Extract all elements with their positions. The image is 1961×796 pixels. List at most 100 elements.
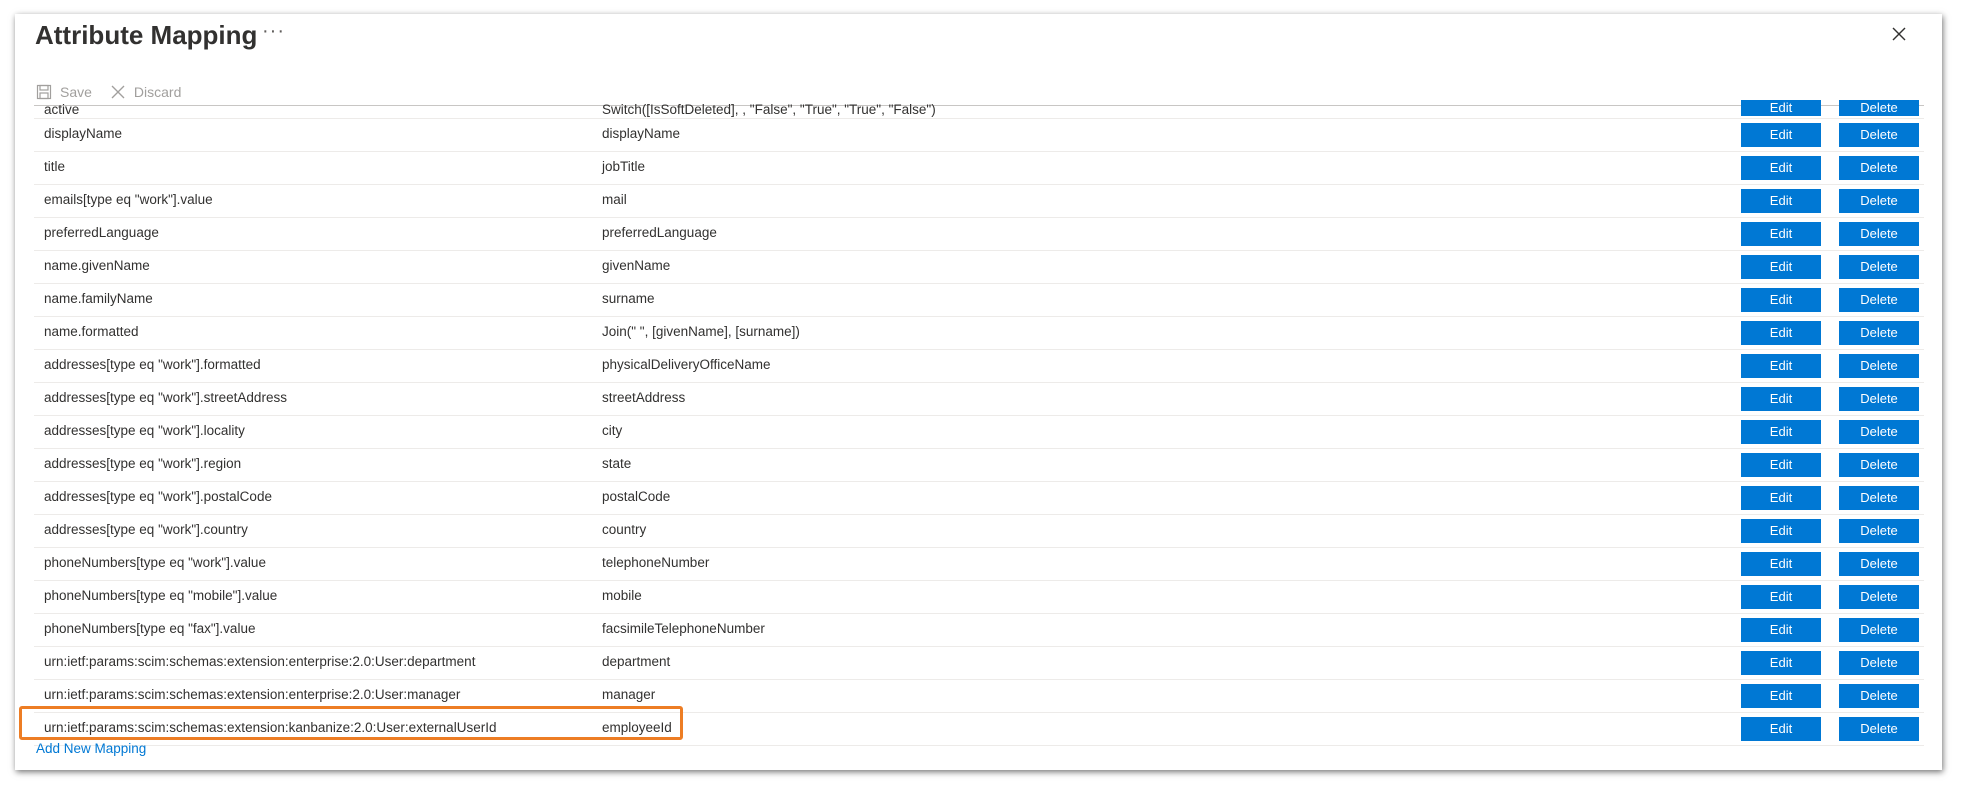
edit-button[interactable]: Edit <box>1741 651 1821 675</box>
delete-button[interactable]: Delete <box>1839 189 1919 213</box>
delete-button[interactable]: Delete <box>1839 585 1919 609</box>
target-attribute: phoneNumbers[type eq "work"].value <box>44 555 266 570</box>
edit-button[interactable]: Edit <box>1741 123 1821 147</box>
source-attribute: department <box>602 654 671 669</box>
delete-button[interactable]: Delete <box>1839 486 1919 510</box>
toolbar: Save Discard <box>36 80 199 104</box>
target-attribute: addresses[type eq "work"].region <box>44 456 242 471</box>
delete-button[interactable]: Delete <box>1839 717 1919 741</box>
discard-icon <box>111 85 125 99</box>
target-attribute: phoneNumbers[type eq "fax"].value <box>44 621 256 636</box>
save-button[interactable]: Save <box>36 84 92 100</box>
table-row: addresses[type eq "work"].postalCode post… <box>34 482 1924 515</box>
edit-button[interactable]: Edit <box>1741 618 1821 642</box>
delete-button[interactable]: Delete <box>1839 684 1919 708</box>
delete-button[interactable]: Delete <box>1839 519 1919 543</box>
source-attribute: givenName <box>602 258 671 273</box>
target-attribute: addresses[type eq "work"].locality <box>44 423 245 438</box>
target-attribute: phoneNumbers[type eq "mobile"].value <box>44 588 278 603</box>
source-attribute: facsimileTelephoneNumber <box>602 621 765 636</box>
target-attribute: title <box>44 159 66 174</box>
edit-button[interactable]: Edit <box>1741 420 1821 444</box>
source-attribute: jobTitle <box>602 159 646 174</box>
delete-button[interactable]: Delete <box>1839 321 1919 345</box>
edit-button[interactable]: Edit <box>1741 100 1821 116</box>
source-attribute: preferredLanguage <box>602 225 717 240</box>
table-row: urn:ietf:params:scim:schemas:extension:k… <box>34 713 1924 746</box>
target-attribute: urn:ietf:params:scim:schemas:extension:e… <box>44 654 476 669</box>
table-row: name.givenName givenName Edit Delete <box>34 251 1924 284</box>
edit-button[interactable]: Edit <box>1741 585 1821 609</box>
attribute-mapping-panel: Attribute Mapping ··· Save Discard activ… <box>15 14 1942 770</box>
edit-button[interactable]: Edit <box>1741 189 1821 213</box>
target-attribute: name.givenName <box>44 258 150 273</box>
more-options-button[interactable]: ··· <box>262 20 285 43</box>
target-attribute: name.familyName <box>44 291 153 306</box>
delete-button[interactable]: Delete <box>1839 387 1919 411</box>
source-attribute: Switch([IsSoftDeleted], , "False", "True… <box>602 102 936 117</box>
edit-button[interactable]: Edit <box>1741 255 1821 279</box>
source-attribute: city <box>602 423 623 438</box>
mapping-table: active Switch([IsSoftDeleted], , "False",… <box>34 100 1924 746</box>
delete-button[interactable]: Delete <box>1839 552 1919 576</box>
source-attribute: physicalDeliveryOfficeName <box>602 357 771 372</box>
delete-button[interactable]: Delete <box>1839 100 1919 116</box>
edit-button[interactable]: Edit <box>1741 717 1821 741</box>
target-attribute: addresses[type eq "work"].streetAddress <box>44 390 287 405</box>
table-row: urn:ietf:params:scim:schemas:extension:e… <box>34 680 1924 713</box>
table-row: name.formatted Join(" ", [givenName], [su… <box>34 317 1924 350</box>
discard-button[interactable]: Discard <box>110 84 181 100</box>
close-button[interactable] <box>1883 18 1915 50</box>
table-row: addresses[type eq "work"].streetAddress s… <box>34 383 1924 416</box>
source-attribute: mail <box>602 192 627 207</box>
table-row: phoneNumbers[type eq "fax"].value facsimi… <box>34 614 1924 647</box>
target-attribute: urn:ietf:params:scim:schemas:extension:k… <box>44 720 497 735</box>
delete-button[interactable]: Delete <box>1839 288 1919 312</box>
save-label: Save <box>60 84 92 100</box>
table-row: addresses[type eq "work"].region state Edi… <box>34 449 1924 482</box>
edit-button[interactable]: Edit <box>1741 486 1821 510</box>
delete-button[interactable]: Delete <box>1839 651 1919 675</box>
target-attribute: preferredLanguage <box>44 225 159 240</box>
edit-button[interactable]: Edit <box>1741 519 1821 543</box>
delete-button[interactable]: Delete <box>1839 420 1919 444</box>
delete-button[interactable]: Delete <box>1839 123 1919 147</box>
source-attribute: country <box>602 522 647 537</box>
delete-button[interactable]: Delete <box>1839 255 1919 279</box>
table-row: phoneNumbers[type eq "work"].value teleph… <box>34 548 1924 581</box>
target-attribute: name.formatted <box>44 324 139 339</box>
edit-button[interactable]: Edit <box>1741 321 1821 345</box>
target-attribute: active <box>44 102 80 117</box>
edit-button[interactable]: Edit <box>1741 684 1821 708</box>
delete-button[interactable]: Delete <box>1839 222 1919 246</box>
source-attribute: surname <box>602 291 655 306</box>
close-icon <box>1892 27 1906 41</box>
source-attribute: manager <box>602 687 656 702</box>
delete-button[interactable]: Delete <box>1839 354 1919 378</box>
source-attribute: Join(" ", [givenName], [surname]) <box>602 324 800 339</box>
source-attribute: displayName <box>602 126 681 141</box>
edit-button[interactable]: Edit <box>1741 453 1821 477</box>
table-row: displayName displayName Edit Delete <box>34 119 1924 152</box>
edit-button[interactable]: Edit <box>1741 354 1821 378</box>
add-new-mapping-link[interactable]: Add New Mapping <box>36 741 146 756</box>
edit-button[interactable]: Edit <box>1741 222 1821 246</box>
edit-button[interactable]: Edit <box>1741 387 1821 411</box>
table-row: addresses[type eq "work"].locality city Ed… <box>34 416 1924 449</box>
edit-button[interactable]: Edit <box>1741 156 1821 180</box>
delete-button[interactable]: Delete <box>1839 156 1919 180</box>
source-attribute: streetAddress <box>602 390 686 405</box>
source-attribute: postalCode <box>602 489 671 504</box>
table-row: title jobTitle Edit Delete <box>34 152 1924 185</box>
edit-button[interactable]: Edit <box>1741 552 1821 576</box>
delete-button[interactable]: Delete <box>1839 453 1919 477</box>
delete-button[interactable]: Delete <box>1839 618 1919 642</box>
table-row: active Switch([IsSoftDeleted], , "False",… <box>34 100 1924 119</box>
table-row: addresses[type eq "work"].country country… <box>34 515 1924 548</box>
target-attribute: addresses[type eq "work"].country <box>44 522 248 537</box>
source-attribute: mobile <box>602 588 642 603</box>
source-attribute: state <box>602 456 632 471</box>
edit-button[interactable]: Edit <box>1741 288 1821 312</box>
table-row: urn:ietf:params:scim:schemas:extension:e… <box>34 647 1924 680</box>
target-attribute: addresses[type eq "work"].formatted <box>44 357 261 372</box>
